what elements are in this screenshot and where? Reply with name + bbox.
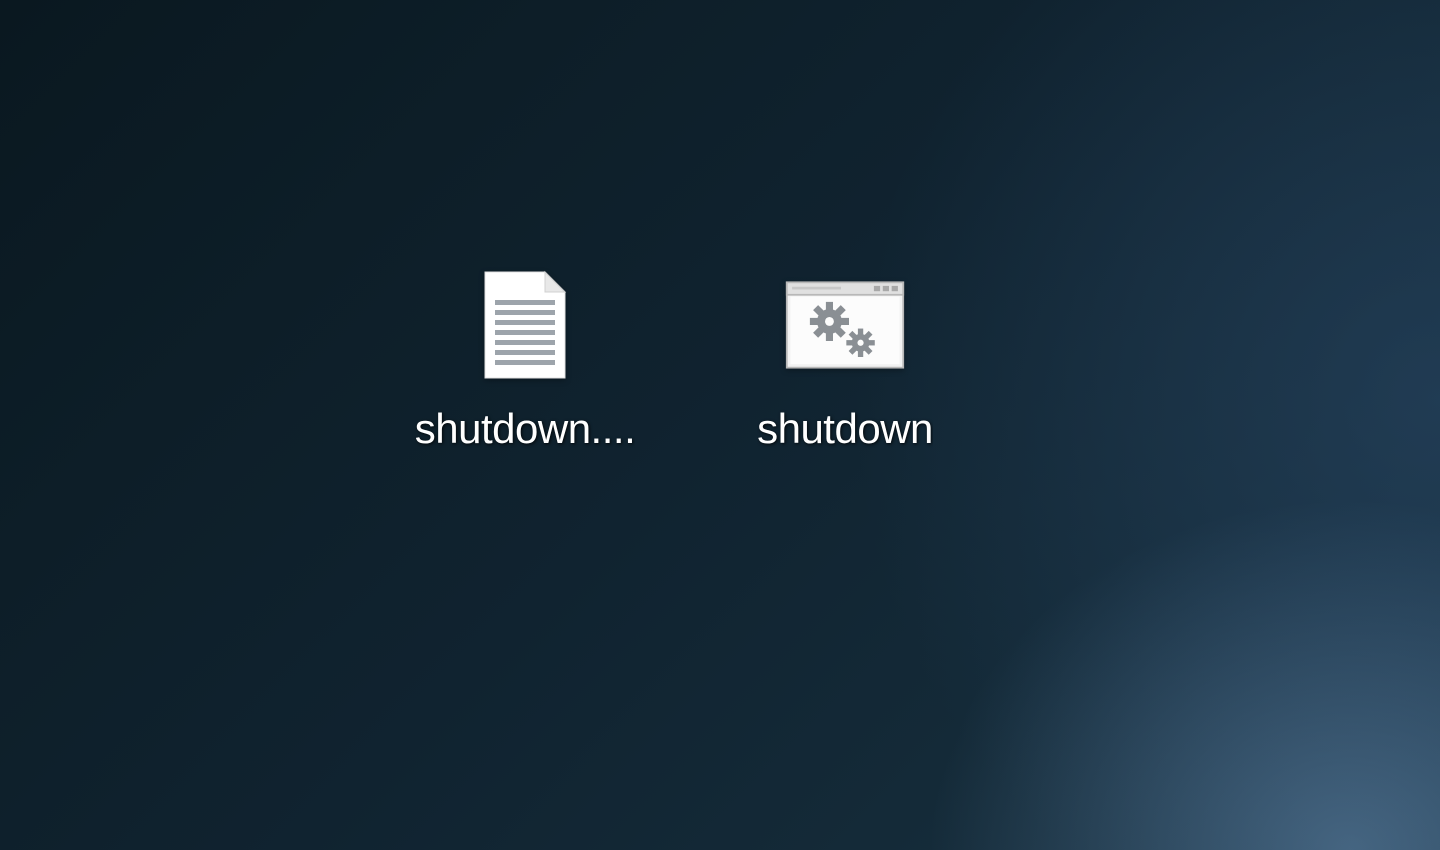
text-document-icon <box>465 265 585 385</box>
desktop-background[interactable]: shutdown.... <box>0 0 1440 850</box>
desktop-icon-label: shutdown <box>757 405 933 453</box>
desktop-icon-label: shutdown.... <box>415 405 635 453</box>
desktop-icons-group: shutdown.... <box>395 265 975 453</box>
desktop-icon-shutdown-text[interactable]: shutdown.... <box>395 265 655 453</box>
desktop-icon-shutdown-batch[interactable]: shutdown <box>715 265 975 453</box>
batch-file-icon <box>785 265 905 385</box>
